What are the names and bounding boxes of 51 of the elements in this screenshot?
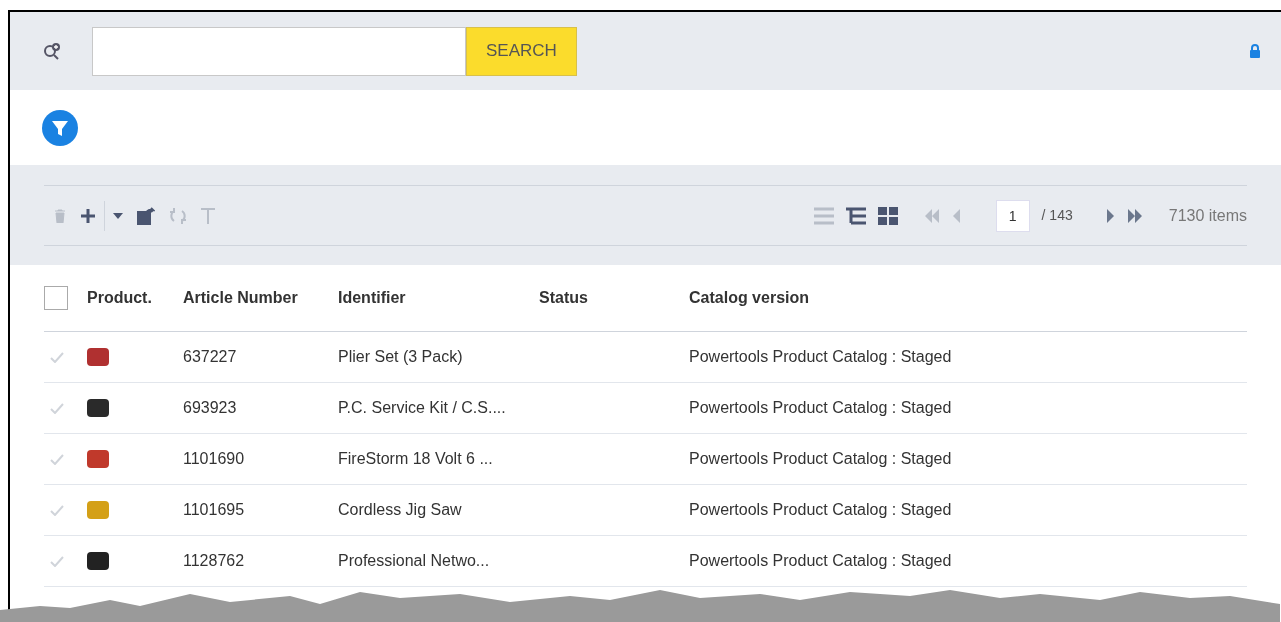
article-number: 1101695: [183, 500, 246, 520]
identifier: FireStorm 18 Volt 6 ...: [338, 449, 494, 469]
page-field[interactable]: 1: [995, 199, 1030, 232]
catalog-version: Powertools Product Catalog : Staged: [689, 500, 952, 520]
product-thumbnail: [87, 552, 109, 570]
column-header[interactable]: Identifier: [338, 286, 539, 310]
text-icon[interactable]: [201, 207, 215, 224]
catalog-version: Powertools Product Catalog : Staged: [689, 347, 952, 367]
next-page-icon[interactable]: [1106, 208, 1115, 223]
filter-icon[interactable]: [42, 109, 78, 146]
check-icon[interactable]: [50, 351, 64, 363]
caret-icon[interactable]: [113, 212, 123, 219]
item-count: 7130 items: [1168, 205, 1247, 226]
refresh-icon[interactable]: [169, 206, 187, 225]
lock-icon[interactable]: [1249, 44, 1261, 58]
product-thumbnail: [87, 399, 109, 417]
check-icon[interactable]: [50, 504, 64, 516]
product-thumbnail: [87, 501, 109, 519]
list-view-icon[interactable]: [813, 206, 834, 225]
identifier: Cordless Jig Saw: [338, 500, 463, 520]
previous-page-icon[interactable]: [951, 208, 960, 223]
search-field[interactable]: [92, 26, 466, 76]
column-header[interactable]: Catalog version: [689, 286, 810, 310]
plus-icon[interactable]: [80, 207, 96, 224]
first-page-icon[interactable]: [923, 208, 940, 223]
product-thumbnail: [87, 348, 109, 366]
search-button[interactable]: SEARCH: [466, 26, 577, 76]
identifier: P.C. Service Kit / C.S....: [338, 398, 507, 418]
article-number: 1101690: [183, 449, 246, 469]
check-icon[interactable]: [50, 402, 64, 414]
tree-view-icon[interactable]: [845, 206, 866, 225]
trash-icon[interactable]: [54, 208, 66, 223]
article-number: 637227: [183, 347, 238, 367]
column-header[interactable]: Article Number: [183, 286, 338, 310]
grid-view-icon[interactable]: [877, 206, 898, 225]
article-number: 1128762: [183, 551, 246, 571]
product-thumbnail: [87, 450, 109, 468]
catalog-version: Powertools Product Catalog : Staged: [689, 551, 952, 571]
catalog-version: Powertools Product Catalog : Staged: [689, 398, 952, 418]
export-icon[interactable]: [137, 206, 155, 225]
identifier: Professional Netwo...: [338, 551, 491, 571]
page-total: / 143: [1041, 206, 1073, 225]
column-header[interactable]: Product.: [87, 286, 183, 310]
check-icon[interactable]: [50, 555, 64, 567]
identifier: Plier Set (3 Pack): [338, 347, 464, 367]
check-icon[interactable]: [50, 453, 64, 465]
catalog-version: Powertools Product Catalog : Staged: [689, 449, 952, 469]
last-page-icon[interactable]: [1126, 208, 1143, 223]
article-number: 693923: [183, 398, 238, 418]
column-header[interactable]: Status: [539, 286, 689, 310]
select-all-checkbox[interactable]: [44, 286, 68, 310]
